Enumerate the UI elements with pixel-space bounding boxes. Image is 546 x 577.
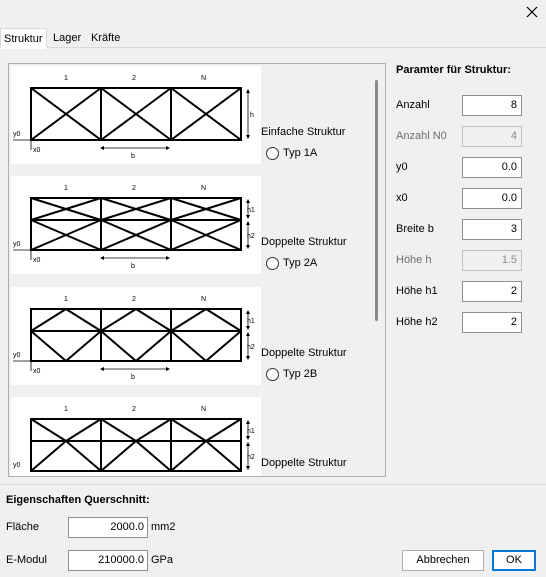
param-label: y0 (396, 161, 408, 173)
structure-option-title: Einfache Struktur (261, 126, 346, 138)
radio-circle-icon[interactable] (266, 256, 279, 270)
param-row: Anzahl N0 4 (396, 126, 526, 147)
x0-label: x0 (33, 257, 41, 264)
param-row: y0 0.0 (396, 157, 526, 178)
structure-option-title: Doppelte Struktur (261, 457, 347, 469)
cross-section-title: Eigenschaften Querschnitt: (6, 494, 150, 506)
structure-option-title: Doppelte Struktur (261, 347, 347, 359)
structure-diagram: 1 2 Nh1 h2 y0 (11, 397, 261, 476)
structure-radio[interactable]: Typ 2B (266, 367, 317, 381)
emod-unit: GPa (151, 554, 174, 566)
param-row: Höhe h1 2 (396, 281, 526, 302)
structure-radio-label: Typ 2B (283, 368, 318, 380)
param-row: Anzahl 8 (396, 95, 526, 116)
emod-input[interactable]: 210000.0 (68, 550, 148, 571)
area-unit: mm2 (151, 521, 176, 533)
y0-label: y0 (13, 241, 21, 248)
structure-option[interactable]: 1 2 Nh1 h2 y0 x0 b Doppelte Struktur Typ 2B (9, 285, 377, 385)
structure-diagram: 1 2 Nh1 h2 y0 x0 b (11, 287, 261, 385)
column-label: N (201, 75, 206, 82)
area-label: Fläche (6, 521, 40, 533)
param-label: Anzahl (396, 99, 430, 111)
column-label: 1 (64, 185, 68, 192)
close-button[interactable] (520, 2, 544, 22)
area-input[interactable]: 2000.0 (68, 517, 148, 538)
param-label: Anzahl N0 (396, 130, 447, 142)
tab-struktur[interactable]: Struktur (0, 28, 47, 49)
param-label: Höhe h (396, 254, 432, 266)
height-label: h2 (247, 454, 255, 461)
column-label: N (201, 185, 206, 192)
emod-label: E-Modul (6, 554, 47, 566)
param-input[interactable]: 3 (462, 219, 522, 240)
param-label: x0 (396, 192, 408, 204)
b-label: b (131, 153, 135, 160)
y0-label: y0 (13, 352, 21, 359)
structure-option[interactable]: 1 2 Nh1 h2 y0 x0 b Doppelte Struktur Typ 2A (9, 174, 377, 274)
height-label: h1 (247, 428, 255, 435)
height-label: h2 (247, 233, 255, 240)
param-label: Höhe h2 (396, 316, 438, 328)
param-input[interactable]: 2 (462, 281, 522, 302)
y0-label: y0 (13, 462, 21, 469)
structure-option[interactable]: 1 2 Nh1 h2 y0 Doppelte Struktur (9, 395, 377, 476)
structure-radio[interactable]: Typ 2A (266, 256, 317, 270)
column-label: 2 (132, 296, 136, 303)
cancel-button[interactable]: Abbrechen (402, 550, 484, 571)
structure-radio-label: Typ 1A (283, 147, 318, 159)
param-input: 4 (462, 126, 522, 147)
height-label: h2 (247, 344, 255, 351)
param-row: Höhe h 1.5 (396, 250, 526, 271)
tab-lager[interactable]: Lager (50, 28, 84, 48)
param-input[interactable]: 0.0 (462, 188, 522, 209)
x0-label: x0 (33, 368, 41, 375)
column-label: 1 (64, 75, 68, 82)
param-row: x0 0.0 (396, 188, 526, 209)
column-label: 1 (64, 406, 68, 413)
structure-list[interactable]: 1 2 Nh y0 x0 b Einfache Struktur Typ 1A 1 2 Nh1 h2 y… (8, 63, 386, 477)
param-label: Höhe h1 (396, 285, 438, 297)
column-label: N (201, 296, 206, 303)
param-row: Höhe h2 2 (396, 312, 526, 333)
close-icon (526, 6, 538, 18)
column-label: 2 (132, 406, 136, 413)
structure-option-title: Doppelte Struktur (261, 236, 347, 248)
param-input: 1.5 (462, 250, 522, 271)
param-row: Breite b 3 (396, 219, 526, 240)
tab-bar: Struktur Lager Kräfte (0, 28, 546, 49)
divider (0, 484, 546, 485)
param-input[interactable]: 2 (462, 312, 522, 333)
scrollbar-thumb[interactable] (375, 80, 378, 321)
y0-label: y0 (13, 131, 21, 138)
radio-circle-icon[interactable] (266, 146, 279, 160)
height-label: h1 (247, 318, 255, 325)
column-label: N (201, 406, 206, 413)
structure-option[interactable]: 1 2 Nh y0 x0 b Einfache Struktur Typ 1A (9, 64, 377, 164)
structure-diagram: 1 2 Nh1 h2 y0 x0 b (11, 176, 261, 274)
structure-radio-label: Typ 2A (283, 257, 318, 269)
param-input[interactable]: 0.0 (462, 157, 522, 178)
b-label: b (131, 263, 135, 270)
structure-diagram: 1 2 Nh y0 x0 b (11, 66, 261, 164)
ok-button[interactable]: OK (492, 550, 536, 571)
tab-kraefte[interactable]: Kräfte (88, 28, 123, 48)
column-label: 2 (132, 185, 136, 192)
column-label: 2 (132, 75, 136, 82)
params-title: Paramter für Struktur: (396, 64, 511, 76)
b-label: b (131, 374, 135, 381)
height-label: h (250, 112, 254, 119)
radio-circle-icon[interactable] (266, 367, 279, 381)
x0-label: x0 (33, 147, 41, 154)
param-label: Breite b (396, 223, 434, 235)
param-input[interactable]: 8 (462, 95, 522, 116)
structure-radio[interactable]: Typ 1A (266, 146, 317, 160)
height-label: h1 (247, 207, 255, 214)
column-label: 1 (64, 296, 68, 303)
